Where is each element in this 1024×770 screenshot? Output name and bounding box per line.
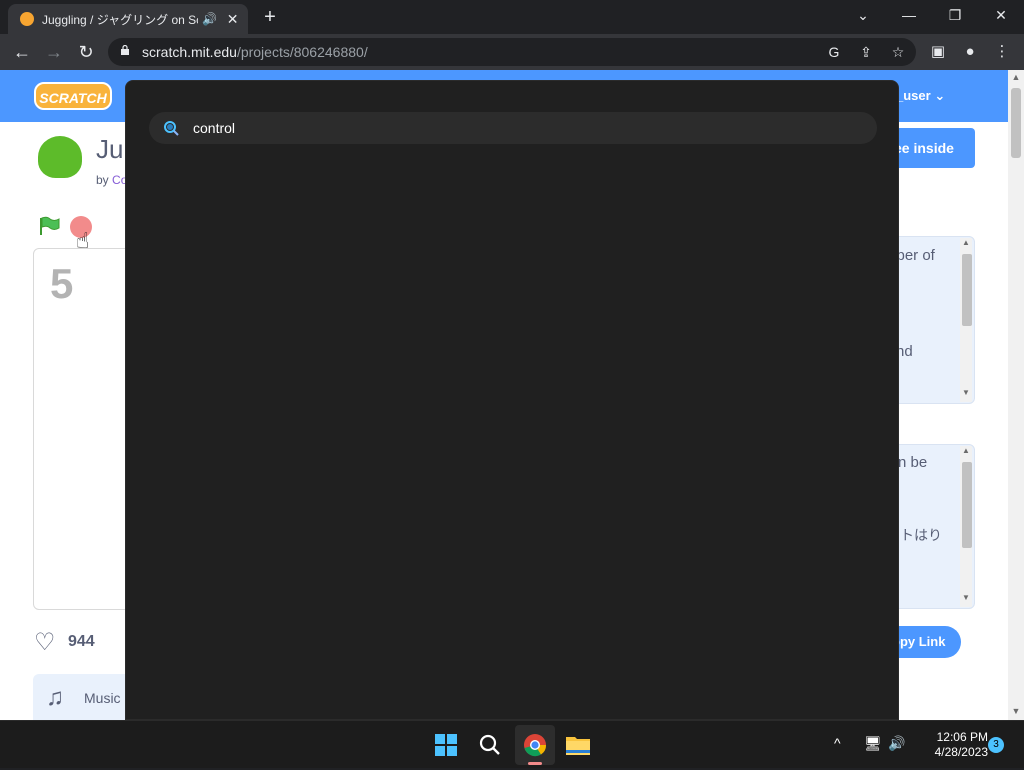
tab-search-button[interactable]: ⌄ bbox=[848, 4, 878, 28]
url-path: /projects/806246880/ bbox=[236, 44, 368, 60]
love-heart-icon[interactable]: ♡ bbox=[34, 628, 56, 657]
tab-title: Juggling / ジャグリング on Scra bbox=[42, 12, 199, 27]
browser-tab-bar: Juggling / ジャグリング on Scra 🔊 ✕ + ⌄ — ❐ ✕ bbox=[0, 0, 1024, 34]
love-count: 944 bbox=[68, 633, 95, 650]
scroll-up-arrow-icon[interactable]: ▲ bbox=[960, 446, 972, 455]
start-icon bbox=[435, 734, 457, 756]
active-app-indicator bbox=[528, 762, 542, 765]
clock-date: 4/28/2023 bbox=[934, 745, 988, 759]
google-lens-icon[interactable]: G bbox=[824, 42, 844, 62]
instructions-scrollbar[interactable]: ▲ ▼ bbox=[960, 238, 972, 402]
project-title: Ju bbox=[96, 134, 124, 164]
scroll-down-arrow-icon[interactable]: ▼ bbox=[1008, 706, 1024, 716]
chrome-icon bbox=[524, 734, 547, 757]
stage-number: 5 bbox=[50, 260, 74, 307]
speaker-icon[interactable]: 🔊 bbox=[202, 12, 217, 26]
hand-cursor-icon: ☝ bbox=[76, 228, 90, 253]
by-prefix: by bbox=[96, 173, 109, 187]
new-tab-button[interactable]: + bbox=[258, 6, 282, 30]
lock-icon bbox=[121, 45, 129, 55]
menu-kebab-icon[interactable]: ⋮ bbox=[992, 42, 1012, 62]
username: _user bbox=[896, 88, 931, 103]
restore-button[interactable]: ❐ bbox=[940, 4, 970, 28]
browser-toolbar: ← → ↻ scratch.mit.edu/projects/806246880… bbox=[0, 34, 1024, 70]
project-byline: by Co bbox=[96, 173, 127, 187]
network-icon[interactable]: 🖥 bbox=[864, 735, 882, 752]
reload-button[interactable]: ↻ bbox=[74, 40, 98, 64]
chevron-down-icon: ⌄ bbox=[934, 88, 946, 103]
clock-time: 12:06 PM bbox=[936, 730, 988, 744]
notes-line: n be bbox=[898, 454, 928, 471]
scroll-up-arrow-icon[interactable]: ▲ bbox=[960, 238, 972, 247]
taskbar-file-explorer-button[interactable] bbox=[558, 725, 598, 765]
address-url: scratch.mit.edu/projects/806246880/ bbox=[142, 44, 368, 60]
scroll-down-arrow-icon[interactable]: ▼ bbox=[960, 388, 972, 397]
taskbar-clock[interactable]: 12:06 PM 4/28/2023 bbox=[916, 730, 988, 760]
scrollbar-thumb[interactable] bbox=[962, 254, 972, 326]
search-box[interactable] bbox=[149, 112, 877, 144]
file-explorer-icon bbox=[566, 737, 590, 755]
back-button[interactable]: ← bbox=[10, 40, 34, 64]
page-scrollbar-thumb[interactable] bbox=[1011, 88, 1021, 158]
forward-button[interactable]: → bbox=[42, 40, 66, 64]
tab-close-icon[interactable]: ✕ bbox=[225, 11, 240, 28]
search-icon bbox=[164, 121, 179, 136]
address-bar[interactable]: scratch.mit.edu/projects/806246880/ G ⇪ … bbox=[108, 38, 916, 66]
user-menu[interactable]: _user ⌄ bbox=[896, 88, 945, 104]
notification-badge[interactable]: 3 bbox=[988, 737, 1004, 753]
profile-icon[interactable]: ● bbox=[960, 42, 980, 62]
scroll-up-arrow-icon[interactable]: ▲ bbox=[1008, 72, 1024, 82]
bookmark-star-icon[interactable]: ☆ bbox=[888, 42, 908, 62]
taskbar: ^ 🖥 🔊 12:06 PM 4/28/2023 3 bbox=[0, 720, 1024, 768]
notes-scrollbar[interactable]: ▲ ▼ bbox=[960, 446, 972, 607]
scroll-down-arrow-icon[interactable]: ▼ bbox=[960, 593, 972, 602]
project-author-avatar[interactable] bbox=[38, 136, 82, 178]
scratch-favicon-icon bbox=[20, 12, 34, 26]
tray-chevron-icon[interactable]: ^ bbox=[834, 735, 841, 751]
volume-icon[interactable]: 🔊 bbox=[888, 735, 905, 752]
start-button[interactable] bbox=[426, 725, 466, 765]
url-host: scratch.mit.edu bbox=[142, 44, 237, 60]
minimize-button[interactable]: — bbox=[894, 4, 924, 28]
scrollbar-thumb[interactable] bbox=[962, 462, 972, 548]
search-icon bbox=[479, 734, 500, 755]
notes-line: トはり bbox=[900, 527, 942, 543]
page-scrollbar[interactable]: ▲ ▼ bbox=[1008, 70, 1024, 720]
music-note-icon: ♫ bbox=[46, 684, 64, 711]
search-input[interactable] bbox=[193, 118, 853, 138]
project-stage[interactable] bbox=[33, 248, 133, 610]
taskbar-chrome-button[interactable] bbox=[515, 725, 555, 765]
share-icon[interactable]: ⇪ bbox=[856, 42, 876, 62]
windows-search-panel bbox=[125, 80, 899, 720]
green-flag-icon[interactable] bbox=[38, 216, 60, 236]
taskbar-search-button[interactable] bbox=[470, 725, 510, 765]
browser-tab-juggling[interactable]: Juggling / ジャグリング on Scra 🔊 ✕ bbox=[8, 4, 248, 34]
scratch-logo[interactable]: SCRATCH bbox=[34, 82, 112, 110]
studio-label: Music bbox=[84, 690, 121, 706]
side-panel-icon[interactable]: ▣ bbox=[928, 42, 948, 62]
close-window-button[interactable]: ✕ bbox=[986, 4, 1016, 28]
